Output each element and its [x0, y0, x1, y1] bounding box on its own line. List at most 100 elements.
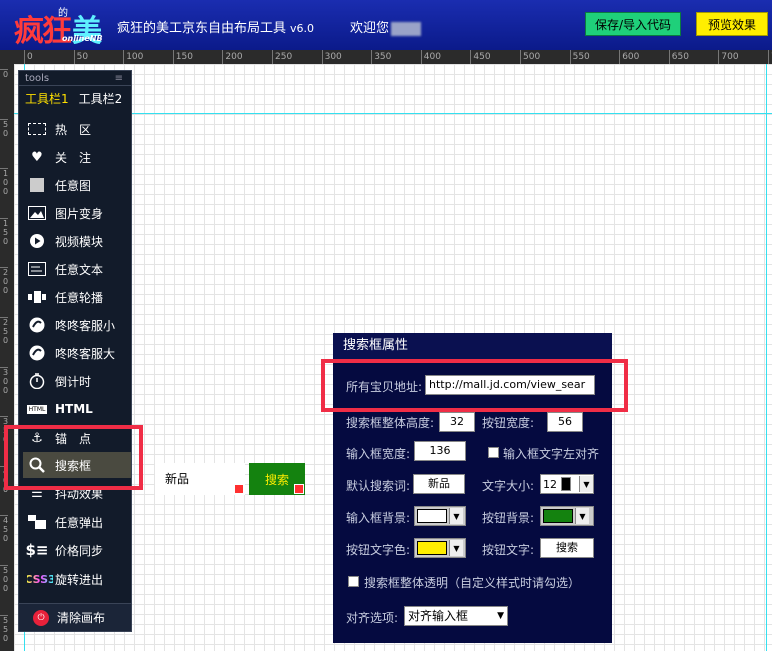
tool-chat-small[interactable]: 咚咚客服小 — [27, 312, 129, 338]
input-width-label: 输入框宽度: — [346, 447, 411, 461]
app-version: v6.0 — [290, 22, 315, 35]
button-text-color-picker[interactable]: ▼ — [414, 538, 466, 558]
tool-label: 关 注 — [55, 150, 92, 165]
save-import-button[interactable]: 保存/导入代码 — [585, 12, 681, 36]
preview-button[interactable]: 预览效果 — [696, 12, 768, 36]
css3-icon: CSS3 — [24, 570, 55, 588]
tools-panel: tools ≡ 工具栏1 工具栏2 热 区 ♥ 关 注 任意图 图片变身 视频模… — [18, 70, 132, 632]
app-title: 疯狂的美工京东自由布局工具 v6.0 — [117, 17, 314, 36]
color-swatch — [417, 541, 447, 555]
ruler-tick: 550 — [0, 614, 8, 643]
align-options-label: 对齐选项: — [346, 611, 399, 625]
html-icon: HTML — [26, 404, 48, 414]
tool-any-carousel[interactable]: 任意轮播 — [27, 284, 129, 310]
tool-chat-large[interactable]: 咚咚客服大 — [27, 340, 129, 366]
tool-rotate-in-out[interactable]: CSS3 旋转进出 — [24, 566, 129, 592]
app-title-text: 疯狂的美工京东自由布局工具 — [117, 21, 287, 36]
image-square-icon — [27, 176, 47, 194]
tool-label: 任意图 — [55, 178, 92, 193]
ruler-tick: 550 — [569, 50, 590, 64]
chevron-down-icon: ▼ — [579, 476, 593, 492]
heart-icon: ♥ — [31, 149, 43, 165]
ruler-tick: 500 — [0, 565, 8, 593]
align-options-select[interactable]: 对齐输入框 ▼ — [404, 606, 508, 626]
ruler-tick: 250 — [0, 317, 8, 345]
tool-any-image[interactable]: 任意图 — [27, 172, 129, 198]
tool-label: 咚咚客服小 — [55, 318, 116, 333]
color-swatch — [543, 509, 573, 523]
resize-handle-icon[interactable] — [294, 484, 304, 494]
tool-label: 倒计时 — [55, 374, 92, 389]
tool-hotspot[interactable]: 热 区 — [27, 116, 129, 142]
button-text-field[interactable]: 搜索 — [540, 538, 594, 558]
tool-any-text[interactable]: 任意文本 — [27, 256, 129, 282]
welcome-label: 欢迎您 — [350, 21, 390, 36]
highlight-box-tool — [4, 425, 143, 490]
font-size-label: 文字大小: — [482, 479, 535, 493]
button-text-color-label: 按钮文字色: — [346, 543, 411, 557]
dashed-rect-icon — [27, 120, 47, 138]
ruler-tick: 750 — [768, 50, 772, 64]
username-redacted — [391, 21, 422, 36]
logo-text-mid: 的 — [58, 8, 68, 19]
ruler-tick: 300 — [321, 50, 342, 64]
ruler-tick: 100 — [0, 168, 8, 196]
default-word-field[interactable]: 新品 — [413, 474, 465, 494]
welcome-text: 欢迎您 — [350, 17, 422, 36]
logo: 疯狂 的 美工 onlineNB — [14, 4, 110, 93]
ruler-tick: 500 — [520, 50, 540, 64]
ruler-tick: 700 — [718, 50, 739, 64]
height-field[interactable]: 32 — [439, 412, 475, 432]
tool-html[interactable]: HTML HTML — [26, 396, 129, 422]
button-bg-color-picker[interactable]: ▼ — [540, 506, 594, 526]
tab-toolbar-1[interactable]: 工具栏1 — [25, 90, 69, 107]
ruler-tick: 300 — [0, 366, 8, 395]
ruler-tick: 450 — [470, 50, 491, 64]
tool-label: 视频模块 — [55, 234, 104, 249]
play-icon — [27, 232, 47, 250]
ruler-tick: 100 — [123, 50, 143, 64]
ruler-tick: 0 — [24, 50, 33, 64]
chevron-down-icon: ▼ — [449, 508, 463, 524]
input-bg-color-picker[interactable]: ▼ — [414, 506, 466, 526]
tool-countdown[interactable]: 倒计时 — [27, 368, 129, 394]
tool-label: 咚咚客服大 — [55, 346, 116, 361]
transparent-checkbox[interactable] — [348, 576, 359, 587]
button-width-label: 按钮宽度: — [482, 416, 535, 430]
font-size-value: 12 — [543, 477, 557, 491]
button-width-field[interactable]: 56 — [547, 412, 583, 432]
properties-title: 搜索框属性 — [333, 333, 612, 359]
tool-image-transform[interactable]: 图片变身 — [27, 200, 129, 226]
highlight-box-url — [321, 359, 628, 412]
tool-label: 任意弹出 — [55, 515, 104, 530]
chevron-down-icon: ▼ — [497, 611, 504, 621]
tool-follow[interactable]: ♥ 关 注 — [27, 144, 129, 170]
canvas-search-input[interactable]: 新品 — [155, 463, 245, 495]
button-text-label: 按钮文字: — [482, 543, 535, 557]
ruler-tick: 650 — [668, 50, 689, 64]
ruler-tick: 250 — [272, 50, 292, 64]
tool-any-popup[interactable]: 任意弹出 — [27, 509, 129, 535]
font-size-select[interactable]: 12 ▼ — [540, 474, 594, 494]
ruler-tick: 450 — [0, 515, 8, 543]
ruler-tick: 200 — [222, 50, 243, 64]
tools-panel-header[interactable]: tools ≡ — [19, 71, 131, 86]
chevron-down-icon: ▼ — [449, 540, 463, 556]
height-label: 搜索框整体高度: — [346, 416, 435, 430]
price-icon: $≡ — [25, 541, 49, 559]
tool-video[interactable]: 视频模块 — [27, 228, 129, 254]
guide-line-vertical-right[interactable] — [766, 64, 767, 651]
tab-toolbar-2[interactable]: 工具栏2 — [79, 90, 123, 107]
chat-icon — [27, 316, 47, 334]
left-align-checkbox[interactable] — [488, 447, 499, 458]
tool-price-sync[interactable]: $≡ 价格同步 — [25, 537, 129, 563]
menu-icon[interactable]: ≡ — [115, 71, 123, 86]
ruler-tick: 150 — [0, 217, 8, 246]
horizontal-ruler: 0 50 100 150 200 250 300 350 400 450 500 550 600 650 7… — [0, 50, 772, 64]
clear-canvas-button[interactable]: ⏻ 清除画布 — [19, 603, 131, 631]
clear-canvas-label: 清除画布 — [57, 611, 106, 625]
picture-icon — [27, 204, 47, 222]
carousel-icon — [27, 288, 47, 306]
resize-handle-icon[interactable] — [234, 484, 244, 494]
input-width-field[interactable]: 136 — [414, 441, 466, 461]
